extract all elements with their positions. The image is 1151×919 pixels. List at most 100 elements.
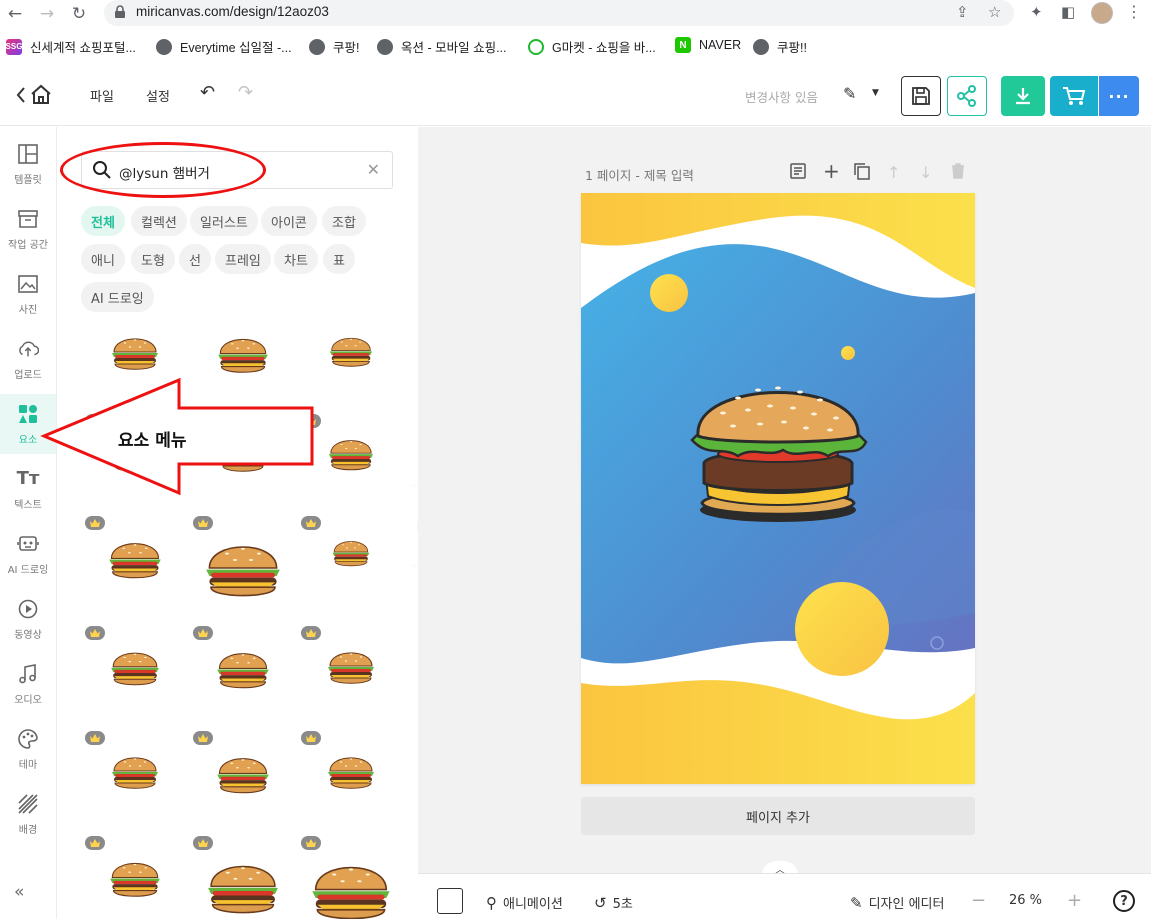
element-thumbnail[interactable] bbox=[81, 729, 181, 829]
bookmark-everytime[interactable]: Everytime 십일절 -... bbox=[156, 37, 292, 56]
bookmark-naver[interactable]: N NAVER bbox=[675, 37, 741, 53]
sidebar-item-workspace[interactable]: 작업 공간 bbox=[0, 199, 56, 259]
add-page-button[interactable]: 페이지 추가 bbox=[581, 797, 975, 835]
chip-table[interactable]: 표 bbox=[323, 244, 355, 274]
zoom-out-icon[interactable]: − bbox=[971, 890, 986, 911]
chip-animation[interactable]: 애니 bbox=[81, 244, 125, 274]
move-down-icon[interactable]: ↓ bbox=[919, 163, 932, 182]
add-page-icon[interactable]: + bbox=[823, 159, 840, 183]
sidebar-item-audio[interactable]: 오디오 bbox=[0, 654, 56, 714]
save-button[interactable] bbox=[901, 76, 941, 116]
chip-frame[interactable]: 프레임 bbox=[215, 244, 271, 274]
element-thumbnail[interactable] bbox=[297, 729, 397, 829]
design-editor-button[interactable]: ✎ 디자인 에디터 bbox=[850, 893, 944, 913]
burger-image bbox=[328, 440, 374, 471]
element-thumbnail[interactable] bbox=[189, 624, 289, 724]
redo-icon[interactable]: ↷ bbox=[238, 82, 253, 103]
back-icon[interactable]: ← bbox=[3, 2, 27, 26]
element-thumbnail[interactable] bbox=[189, 834, 289, 919]
address-bar[interactable]: miricanvas.com/design/12aoz03 ⇪ ☆ bbox=[104, 0, 1014, 26]
element-thumbnail[interactable] bbox=[189, 729, 289, 829]
annotation-circle bbox=[60, 142, 266, 198]
duration-button[interactable]: ↺ 5초 bbox=[594, 893, 633, 913]
purchase-button[interactable] bbox=[1050, 76, 1098, 116]
elements-icon bbox=[17, 403, 39, 425]
bookmark-label: 쿠팡! bbox=[333, 41, 360, 55]
sidebar-item-label: AI 드로잉 bbox=[7, 564, 49, 576]
chip-ai-drawing[interactable]: AI 드로잉 bbox=[81, 282, 154, 312]
bookmark-auction[interactable]: 옥션 - 모바일 쇼핑... bbox=[377, 37, 507, 56]
bookmark-label: Everytime 십일절 -... bbox=[180, 41, 292, 55]
bookmark-label: 옥션 - 모바일 쇼핑... bbox=[401, 41, 507, 55]
page-memo-icon[interactable] bbox=[790, 163, 806, 183]
chip-line[interactable]: 선 bbox=[179, 244, 211, 274]
text-icon: Tт bbox=[16, 468, 40, 489]
bookmark-star-icon[interactable]: ☆ bbox=[988, 3, 1001, 21]
premium-crown-icon bbox=[193, 516, 213, 530]
url-text: miricanvas.com/design/12aoz03 bbox=[136, 4, 329, 19]
ai-drawing-icon bbox=[17, 533, 39, 555]
share-icon bbox=[957, 85, 976, 107]
audio-icon bbox=[17, 663, 39, 685]
chip-all[interactable]: 전체 bbox=[81, 206, 125, 236]
menu-settings[interactable]: 설정 bbox=[146, 86, 170, 105]
chip-combination[interactable]: 조합 bbox=[322, 206, 366, 236]
chip-chart[interactable]: 차트 bbox=[274, 244, 318, 274]
chip-collection[interactable]: 컬렉션 bbox=[131, 206, 187, 236]
design-artboard[interactable] bbox=[581, 193, 975, 784]
color-swatch[interactable] bbox=[437, 888, 463, 914]
animation-button[interactable]: ⚲ 애니메이션 bbox=[486, 893, 563, 913]
chip-icon[interactable]: 아이콘 bbox=[261, 206, 317, 236]
element-thumbnail[interactable] bbox=[189, 514, 289, 614]
premium-crown-icon bbox=[85, 516, 105, 530]
bookmarks-bar: SSG 신세계적 쇼핑포털... Everytime 십일절 -... 쿠팡! … bbox=[0, 33, 1151, 59]
delete-page-icon[interactable] bbox=[951, 163, 965, 183]
profile-avatar[interactable] bbox=[1091, 2, 1113, 24]
burger-image bbox=[218, 338, 268, 373]
bookmark-coupang2[interactable]: 쿠팡!! bbox=[753, 37, 807, 56]
download-button[interactable] bbox=[1001, 76, 1045, 116]
more-icon[interactable]: ··· bbox=[1099, 76, 1139, 116]
extensions-icon[interactable]: ✦ bbox=[1030, 3, 1043, 21]
forward-icon[interactable]: → bbox=[35, 2, 59, 26]
burger-image bbox=[206, 546, 280, 597]
sidebar-item-template[interactable]: 템플릿 bbox=[0, 134, 56, 194]
menu-file[interactable]: 파일 bbox=[90, 86, 114, 105]
share-button[interactable] bbox=[947, 76, 987, 116]
undo-icon[interactable]: ↶ bbox=[200, 82, 215, 103]
element-thumbnail[interactable] bbox=[297, 834, 397, 919]
close-icon[interactable]: ✕ bbox=[367, 160, 380, 179]
chevron-down-icon[interactable]: ▼ bbox=[872, 88, 879, 98]
sidebar-item-background[interactable]: 배경 bbox=[0, 784, 56, 844]
sidebar-item-ai-drawing[interactable]: AI 드로잉 bbox=[0, 524, 56, 584]
sidebar-item-label: 배경 bbox=[18, 824, 38, 836]
side-panel-icon[interactable]: ◧ bbox=[1061, 3, 1075, 21]
move-up-icon[interactable]: ↑ bbox=[887, 163, 900, 182]
sidebar-item-video[interactable]: 동영상 bbox=[0, 589, 56, 649]
reload-icon[interactable]: ↻ bbox=[67, 2, 91, 26]
share-page-icon[interactable]: ⇪ bbox=[956, 3, 969, 21]
poster-design bbox=[581, 193, 975, 784]
sidebar-item-photo[interactable]: 사진 bbox=[0, 264, 56, 324]
zoom-in-icon[interactable]: + bbox=[1067, 890, 1082, 911]
sidebar-item-theme[interactable]: 테마 bbox=[0, 719, 56, 779]
element-thumbnail[interactable] bbox=[81, 834, 181, 919]
browser-menu-icon[interactable]: ⋮ bbox=[1126, 2, 1142, 21]
chip-illustration[interactable]: 일러스트 bbox=[190, 206, 258, 236]
element-thumbnail[interactable] bbox=[297, 514, 397, 614]
bookmark-gmarket[interactable]: G마켓 - 쇼핑을 바... bbox=[528, 37, 656, 56]
pen-icon[interactable]: ✎ bbox=[843, 84, 856, 103]
collapse-icon[interactable]: « bbox=[14, 882, 25, 902]
bookmark-ssg[interactable]: SSG 신세계적 쇼핑포털... bbox=[6, 37, 136, 56]
brush-icon: ✎ bbox=[850, 893, 863, 912]
element-thumbnail[interactable] bbox=[81, 624, 181, 724]
elements-panel: @lysun 햄버거 ✕ 전체 컬렉션 일러스트 아이콘 조합 애니 도형 선 … bbox=[57, 127, 417, 919]
help-icon[interactable]: ? bbox=[1113, 890, 1135, 912]
element-thumbnail[interactable] bbox=[81, 514, 181, 614]
element-thumbnail[interactable] bbox=[297, 624, 397, 724]
bookmark-coupang[interactable]: 쿠팡! bbox=[309, 37, 359, 56]
copy-page-icon[interactable] bbox=[854, 163, 870, 184]
chip-shape[interactable]: 도형 bbox=[131, 244, 175, 274]
page-title[interactable]: 1 페이지 - 제목 입력 bbox=[585, 165, 694, 184]
home-button[interactable] bbox=[16, 84, 58, 111]
